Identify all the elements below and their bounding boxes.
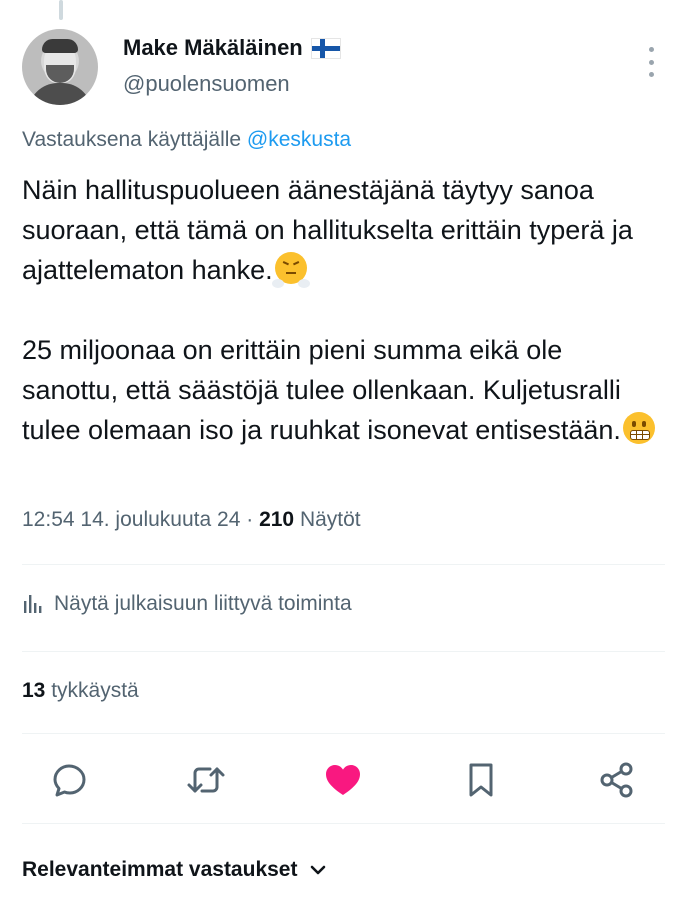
tweet-time[interactable]: 12:54 [22,508,75,531]
likes-count: 13 [22,679,46,702]
grimacing-face-emoji-icon [622,412,655,444]
avatar[interactable] [22,29,98,105]
tweet-paragraph: Näin hallituspuolueen äänestäjänä täytyy… [22,170,662,290]
tweet-date[interactable]: 14. joulukuuta 24 [80,508,240,531]
face-with-steam-emoji-icon [271,252,310,288]
reply-icon [53,764,86,797]
user-handle[interactable]: @puolensuomen [123,71,290,97]
tweet-paragraph-text: Näin hallituspuolueen äänestäjänä täytyy… [22,175,633,285]
analytics-icon [24,595,42,613]
divider [22,564,665,565]
view-activity-link[interactable]: Näytä julkaisuun liittyvä toiminta [22,592,352,616]
likes-label: tykkäystä [51,679,139,702]
more-dot-icon [648,72,654,77]
like-button[interactable] [321,758,365,802]
more-dot-icon [648,59,654,65]
display-name[interactable]: Make Mäkäläinen [123,35,303,61]
tweet-text: Näin hallituspuolueen äänestäjänä täytyy… [22,170,662,450]
repost-button[interactable] [184,758,228,802]
views-count: 210 [259,508,295,531]
retweet-icon [187,767,225,793]
chevron-down-icon [311,865,326,875]
mention-link[interactable]: @keskusta [247,128,351,151]
name-row: Make Mäkäläinen [123,35,341,61]
likes-summary[interactable]: 13 tykkäystä [22,679,139,703]
views-label: Näytöt [299,508,361,531]
more-dot-icon [648,47,654,52]
replies-sort-label: Relevanteimmat vastaukset [22,858,298,881]
tweet-paragraph-text: 25 miljoonaa on erittäin pieni summa eik… [22,335,621,445]
meta-separator: · [246,508,254,531]
thread-line [59,0,63,20]
share-button[interactable] [595,758,639,802]
finland-flag-icon [310,37,341,59]
action-bar [22,752,665,808]
bookmark-icon [469,763,493,797]
more-options-button[interactable] [643,47,659,77]
divider [22,651,665,652]
view-activity-label: Näytä julkaisuun liittyvä toiminta [54,592,352,615]
heart-icon [326,765,360,795]
replies-sort-dropdown[interactable]: Relevanteimmat vastaukset [22,858,327,882]
bookmark-button[interactable] [459,758,503,802]
tweet-header: Make Mäkäläinen @puolensuomen [22,25,665,109]
divider [22,823,665,824]
tweet-meta: 12:54 14. joulukuuta 24 · 210 Näytöt [22,508,361,532]
share-icon [600,762,633,798]
reply-context: Vastauksena käyttäjälle @keskusta [22,128,351,152]
reply-prefix: Vastauksena käyttäjälle [22,128,242,151]
tweet-paragraph: 25 miljoonaa on erittäin pieni summa eik… [22,330,662,450]
divider [22,733,665,734]
reply-button[interactable] [47,758,91,802]
